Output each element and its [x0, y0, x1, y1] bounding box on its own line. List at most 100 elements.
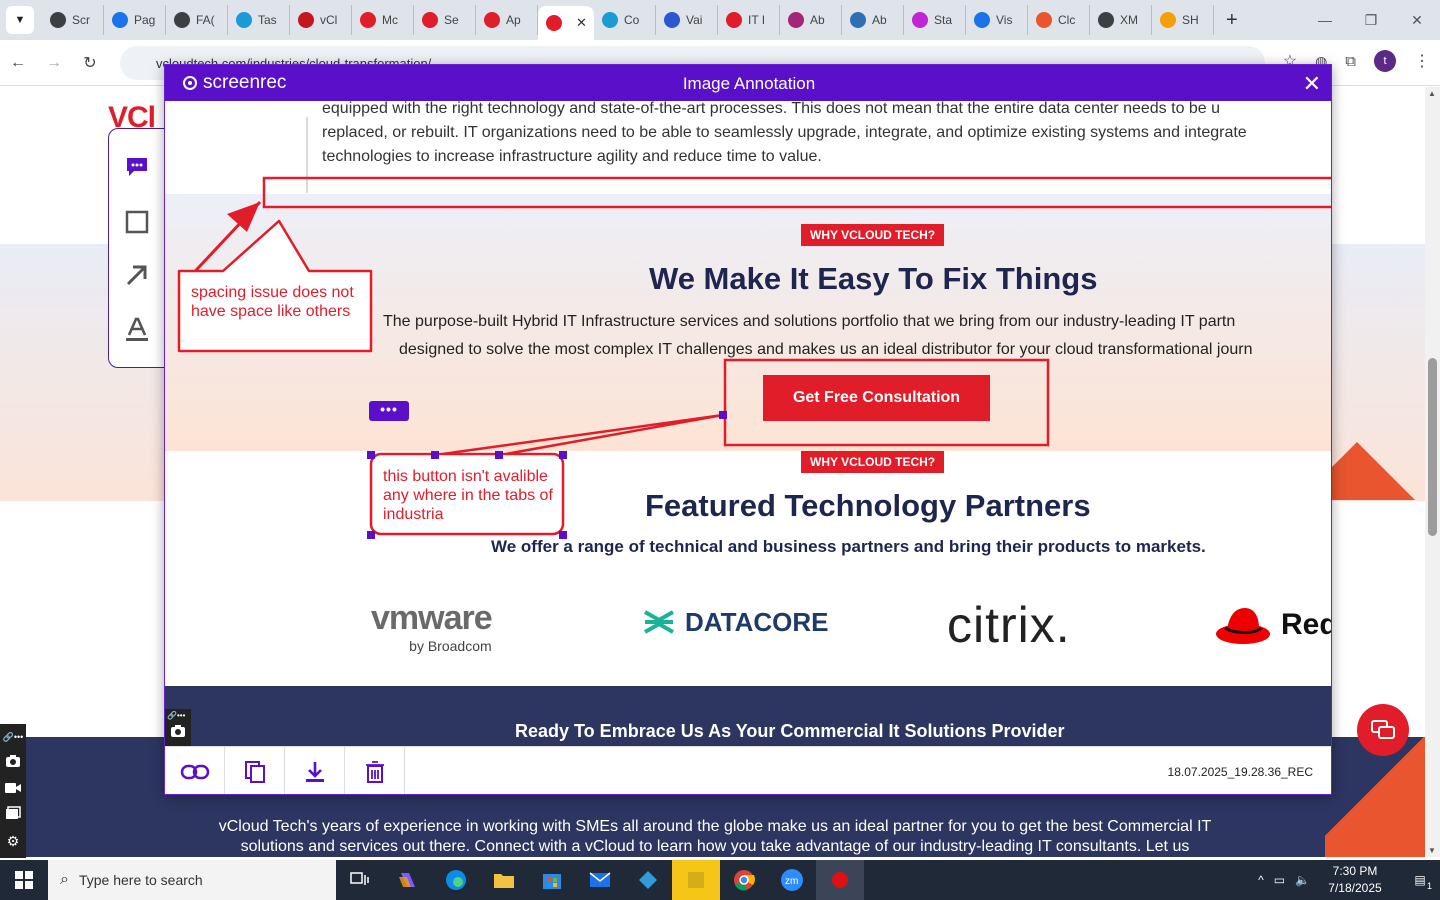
browser-tab[interactable]: Co — [594, 5, 656, 35]
tab-favicon-icon — [422, 12, 438, 28]
browser-tab[interactable]: Ab — [780, 5, 842, 35]
tab-favicon-icon — [974, 12, 990, 28]
edge-icon[interactable] — [432, 860, 480, 900]
tab-favicon-icon — [1036, 12, 1052, 28]
tab-favicon-icon — [174, 12, 190, 28]
new-tab-button[interactable]: + — [1226, 9, 1238, 32]
start-button[interactable] — [0, 860, 48, 900]
video-icon[interactable] — [0, 776, 26, 802]
browser-tab[interactable]: Clc — [1028, 5, 1090, 35]
browser-tab[interactable]: vCl — [290, 5, 352, 35]
resize-handle[interactable] — [431, 451, 439, 459]
tab-favicon-icon — [50, 12, 66, 28]
tab-label: Tas — [258, 13, 277, 27]
reload-icon[interactable]: ↻ — [72, 53, 108, 73]
browser-tab[interactable]: Ap — [476, 5, 538, 35]
close-window-icon[interactable]: ✕ — [1394, 0, 1440, 40]
browser-tab[interactable]: Vai — [656, 5, 718, 35]
notifications-icon[interactable]: ▤ 1 — [1400, 873, 1440, 891]
browser-tab[interactable]: Se — [414, 5, 476, 35]
trash-icon — [365, 760, 384, 783]
delete-button[interactable] — [345, 746, 405, 794]
browser-tab[interactable]: Tas — [228, 5, 290, 35]
copilot-icon[interactable] — [384, 860, 432, 900]
tab-close-icon[interactable]: ✕ — [576, 15, 587, 31]
chrome-icon[interactable] — [720, 860, 768, 900]
tab-label: Vis — [996, 13, 1013, 27]
tab-label: vCl — [320, 13, 338, 27]
camera-icon[interactable] — [0, 750, 26, 776]
resize-handle[interactable] — [367, 531, 375, 539]
volume-icon[interactable]: 🔈 — [1295, 873, 1310, 887]
taskbar-clock[interactable]: 7:30 PM 7/18/2025 — [1320, 863, 1390, 897]
tab-favicon-icon — [298, 12, 314, 28]
tab-favicon-icon — [602, 12, 618, 28]
browser-tab[interactable]: Ab — [842, 5, 904, 35]
network-icon[interactable]: ▭ — [1274, 873, 1285, 887]
chat-button[interactable] — [1357, 704, 1409, 756]
browser-tab[interactable]: Sta — [904, 5, 966, 35]
browser-menu-icon[interactable]: ⋮ — [1414, 51, 1430, 71]
settings-gear-icon[interactable]: ⚙ — [0, 828, 26, 854]
store-icon[interactable] — [528, 860, 576, 900]
task-view-icon[interactable] — [336, 860, 384, 900]
forward-icon[interactable]: → — [36, 54, 72, 72]
link-icon[interactable]: 🔗••• — [165, 709, 191, 722]
browser-tab[interactable]: ✕ — [538, 6, 594, 40]
copy-image-button[interactable] — [225, 746, 285, 794]
link-icon[interactable]: 🔗••• — [0, 724, 26, 750]
scrollbar-thumb[interactable] — [1428, 358, 1437, 536]
tab-search-button[interactable]: ▼ — [6, 6, 34, 34]
annotation-canvas[interactable]: equipped with the right technology and s… — [165, 101, 1331, 746]
modal-close-icon[interactable]: ✕ — [1303, 71, 1321, 97]
gallery-icon[interactable] — [0, 802, 26, 828]
resize-handle[interactable] — [559, 451, 567, 459]
zoom-icon[interactable]: zm — [768, 860, 816, 900]
copy-link-button[interactable] — [165, 746, 225, 794]
file-explorer-icon[interactable] — [480, 860, 528, 900]
footer-line-2: solutions and services out there. Connec… — [240, 838, 1190, 855]
camera-icon[interactable] — [165, 722, 191, 745]
browser-tab[interactable]: XM — [1090, 5, 1152, 35]
minimize-icon[interactable]: — — [1302, 0, 1348, 40]
missing-button-note[interactable]: this button isn't avalible any where in … — [383, 467, 563, 524]
sticky-notes-icon[interactable] — [672, 860, 720, 900]
browser-tab-bar: ▼ Scr Pag FA(Tas vCl Mc Se Ap ✕ Co Vai IT I Ab Ab Sta… — [0, 0, 1440, 40]
footer-line-1: vCloud Tech's years of experience in wor… — [218, 818, 1212, 835]
browser-tab[interactable]: Scr — [42, 5, 104, 35]
taskbar-search[interactable]: ⌕ Type here to search — [48, 860, 336, 900]
browser-tab[interactable]: SH — [1152, 5, 1214, 35]
back-icon[interactable]: ← — [0, 54, 36, 72]
browser-tab[interactable]: Pag — [104, 5, 166, 35]
screenrec-taskbar-icon[interactable] — [816, 860, 864, 900]
extensions-puzzle-icon[interactable]: ⧉ — [1345, 53, 1356, 70]
annotation-overlay — [177, 176, 1331, 536]
window-controls: — ❐ ✕ — [1302, 0, 1440, 40]
resize-handle[interactable] — [559, 531, 567, 539]
resize-handle[interactable] — [719, 411, 727, 419]
tab-favicon-icon — [360, 12, 376, 28]
browser-tab[interactable]: Vis — [966, 5, 1028, 35]
site-footer-text: vCloud Tech's years of experience in wor… — [170, 817, 1260, 857]
tab-label: IT I — [748, 13, 766, 27]
download-button[interactable] — [285, 746, 345, 794]
modal-footer: 18.07.2025_19.28.36_REC — [165, 746, 1331, 794]
resize-handle[interactable] — [367, 451, 375, 459]
spacing-issue-note[interactable]: spacing issue does not have space like o… — [191, 283, 361, 321]
browser-tab[interactable]: IT I — [718, 5, 780, 35]
tray-expand-icon[interactable]: ^ — [1258, 873, 1264, 887]
canvas-screenrec-widget: 🔗••• — [165, 709, 191, 746]
restore-icon[interactable]: ❐ — [1348, 0, 1394, 40]
app-diamond-icon[interactable] — [624, 860, 672, 900]
profile-avatar[interactable]: t — [1374, 50, 1396, 72]
mail-icon[interactable] — [576, 860, 624, 900]
rectangle-tool-icon[interactable] — [123, 208, 151, 236]
arrow-tool-icon[interactable] — [123, 261, 151, 289]
tab-label: SH — [1182, 13, 1199, 27]
comment-tool-icon[interactable] — [123, 153, 151, 181]
resize-handle[interactable] — [495, 451, 503, 459]
browser-tab[interactable]: FA( — [166, 5, 228, 35]
annotation-more-button[interactable]: ••• — [369, 401, 409, 421]
browser-tab[interactable]: Mc — [352, 5, 414, 35]
text-tool-icon[interactable] — [123, 315, 151, 343]
